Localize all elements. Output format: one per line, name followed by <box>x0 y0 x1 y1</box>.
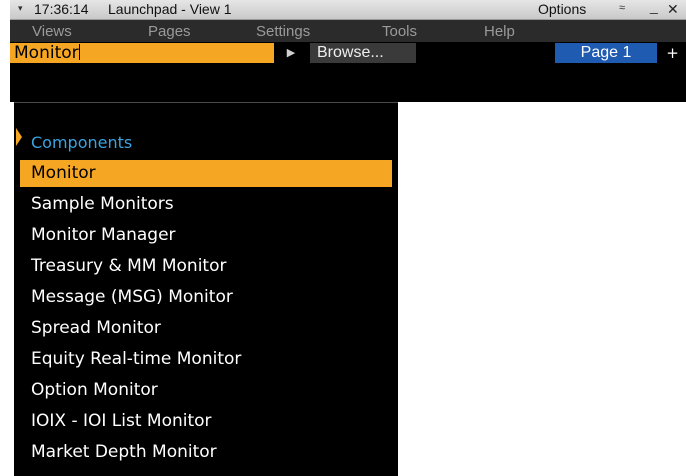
menu-tools[interactable]: Tools <box>382 23 417 40</box>
window-title: Launchpad - View 1 <box>108 1 232 17</box>
add-page-icon[interactable]: + <box>659 43 686 63</box>
section-heading: Components <box>31 133 133 152</box>
options-button[interactable]: Options <box>538 1 586 17</box>
dropdown-item-ioix-monitor[interactable]: IOIX - IOI List Monitor <box>20 408 392 435</box>
launchpad-window: ▾ 17:36:14 Launchpad - View 1 Options ≈ … <box>0 0 686 476</box>
menu-bar: Views Pages Settings Tools Help <box>10 20 686 42</box>
menu-views[interactable]: Views <box>32 23 72 40</box>
collapse-icon[interactable]: ≈ <box>619 2 625 14</box>
menu-settings[interactable]: Settings <box>256 23 310 40</box>
page-tab[interactable]: Page 1 <box>555 43 657 63</box>
command-input[interactable]: Monitor <box>10 43 274 63</box>
dropdown-item-spread-monitor[interactable]: Spread Monitor <box>20 315 392 342</box>
play-icon[interactable]: ▶ <box>274 43 308 63</box>
autocomplete-dropdown: Components Monitor Sample Monitors Monit… <box>14 102 398 476</box>
dropdown-item-option-monitor[interactable]: Option Monitor <box>20 377 392 404</box>
dropdown-item-treasury-mm-monitor[interactable]: Treasury & MM Monitor <box>20 253 392 280</box>
dropdown-item-market-depth-monitor[interactable]: Market Depth Monitor <box>20 439 392 466</box>
section-marker-icon <box>16 128 22 146</box>
clock-time: 17:36:14 <box>34 1 89 17</box>
dropdown-item-message-msg-monitor[interactable]: Message (MSG) Monitor <box>20 284 392 311</box>
menu-pages[interactable]: Pages <box>148 23 191 40</box>
text-caret <box>78 44 80 60</box>
minimize-icon[interactable]: _ <box>650 0 658 14</box>
dropdown-item-sample-monitors[interactable]: Sample Monitors <box>20 191 392 218</box>
dropdown-item-monitor-manager[interactable]: Monitor Manager <box>20 222 392 249</box>
browse-button[interactable]: Browse... <box>310 43 416 63</box>
dropdown-item-monitor[interactable]: Monitor <box>20 160 392 187</box>
close-icon[interactable]: ✕ <box>667 1 679 18</box>
title-bar: ▾ 17:36:14 Launchpad - View 1 Options ≈ … <box>10 0 686 20</box>
menu-help[interactable]: Help <box>484 23 515 40</box>
window-menu-icon[interactable]: ▾ <box>18 3 23 14</box>
dropdown-item-equity-real-time-monitor[interactable]: Equity Real-time Monitor <box>20 346 392 373</box>
command-input-value: Monitor <box>14 43 79 63</box>
